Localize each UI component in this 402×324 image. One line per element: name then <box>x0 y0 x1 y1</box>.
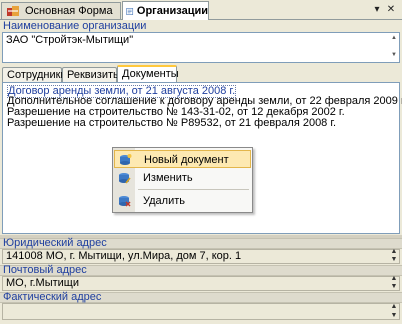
form-icon <box>7 5 19 16</box>
postal-address-field[interactable]: МО, г.Мытищи <box>2 276 400 291</box>
context-menu: Новый документ Изменить Удалить <box>112 147 253 213</box>
scroll-down-icon[interactable]: ▼ <box>391 51 399 59</box>
menu-item-edit-label: Изменить <box>143 172 193 184</box>
menu-item-new-document[interactable]: Новый документ <box>114 150 251 168</box>
menu-separator <box>138 189 249 190</box>
org-name-label: Наименование организации <box>3 20 147 32</box>
scroll-up-icon[interactable]: ▲ <box>391 34 399 42</box>
tab-documents[interactable]: Документы <box>117 65 179 82</box>
window-menu-button[interactable]: ▾ <box>371 3 383 16</box>
scroll-down-icon[interactable]: ▼ <box>389 283 399 290</box>
tab-employees[interactable]: Сотрудники <box>2 67 67 82</box>
new-document-icon <box>120 154 132 165</box>
menu-item-edit[interactable]: Изменить <box>114 169 251 187</box>
tab-organizations-label: Организации <box>136 5 208 17</box>
org-name-field[interactable]: ЗАО "Стройтэк-Мытищи" <box>2 32 400 63</box>
edit-icon <box>119 173 131 184</box>
menu-item-new-document-label: Новый документ <box>144 154 229 166</box>
actual-address-label: Фактический адрес <box>3 291 102 303</box>
list-item[interactable]: Разрешение на строительство № Р89532, от… <box>7 118 336 129</box>
organizations-icon <box>126 7 134 15</box>
org-name-scrollbar[interactable]: ▲ ▼ <box>391 34 399 61</box>
scroll-down-icon[interactable]: ▼ <box>389 312 399 319</box>
postal-address-value: МО, г.Мытищи <box>6 277 80 289</box>
scroll-up-icon[interactable]: ▲ <box>389 248 399 255</box>
scroll-up-icon[interactable]: ▲ <box>389 275 399 282</box>
tab-requisites[interactable]: Реквизиты <box>62 67 121 82</box>
tab-main-form[interactable]: Основная Форма <box>1 2 121 19</box>
org-name-value: ЗАО "Стройтэк-Мытищи" <box>6 34 134 46</box>
delete-icon <box>119 196 131 207</box>
menu-item-delete[interactable]: Удалить <box>114 192 251 210</box>
scroll-down-icon[interactable]: ▼ <box>389 256 399 263</box>
actual-address-field[interactable] <box>2 303 400 320</box>
tab-main-form-label: Основная Форма <box>25 5 113 17</box>
tab-organizations[interactable]: Организации <box>122 1 209 20</box>
legal-address-field[interactable]: 141008 МО, г. Мытищи, ул.Мира, дом 7, ко… <box>2 249 400 264</box>
legal-address-value: 141008 МО, г. Мытищи, ул.Мира, дом 7, ко… <box>6 250 242 262</box>
close-icon[interactable]: ✕ <box>385 3 397 16</box>
legal-address-label: Юридический адрес <box>3 237 107 249</box>
menu-item-delete-label: Удалить <box>143 195 185 207</box>
postal-address-label: Почтовый адрес <box>3 264 87 276</box>
scroll-up-icon[interactable]: ▲ <box>389 303 399 310</box>
